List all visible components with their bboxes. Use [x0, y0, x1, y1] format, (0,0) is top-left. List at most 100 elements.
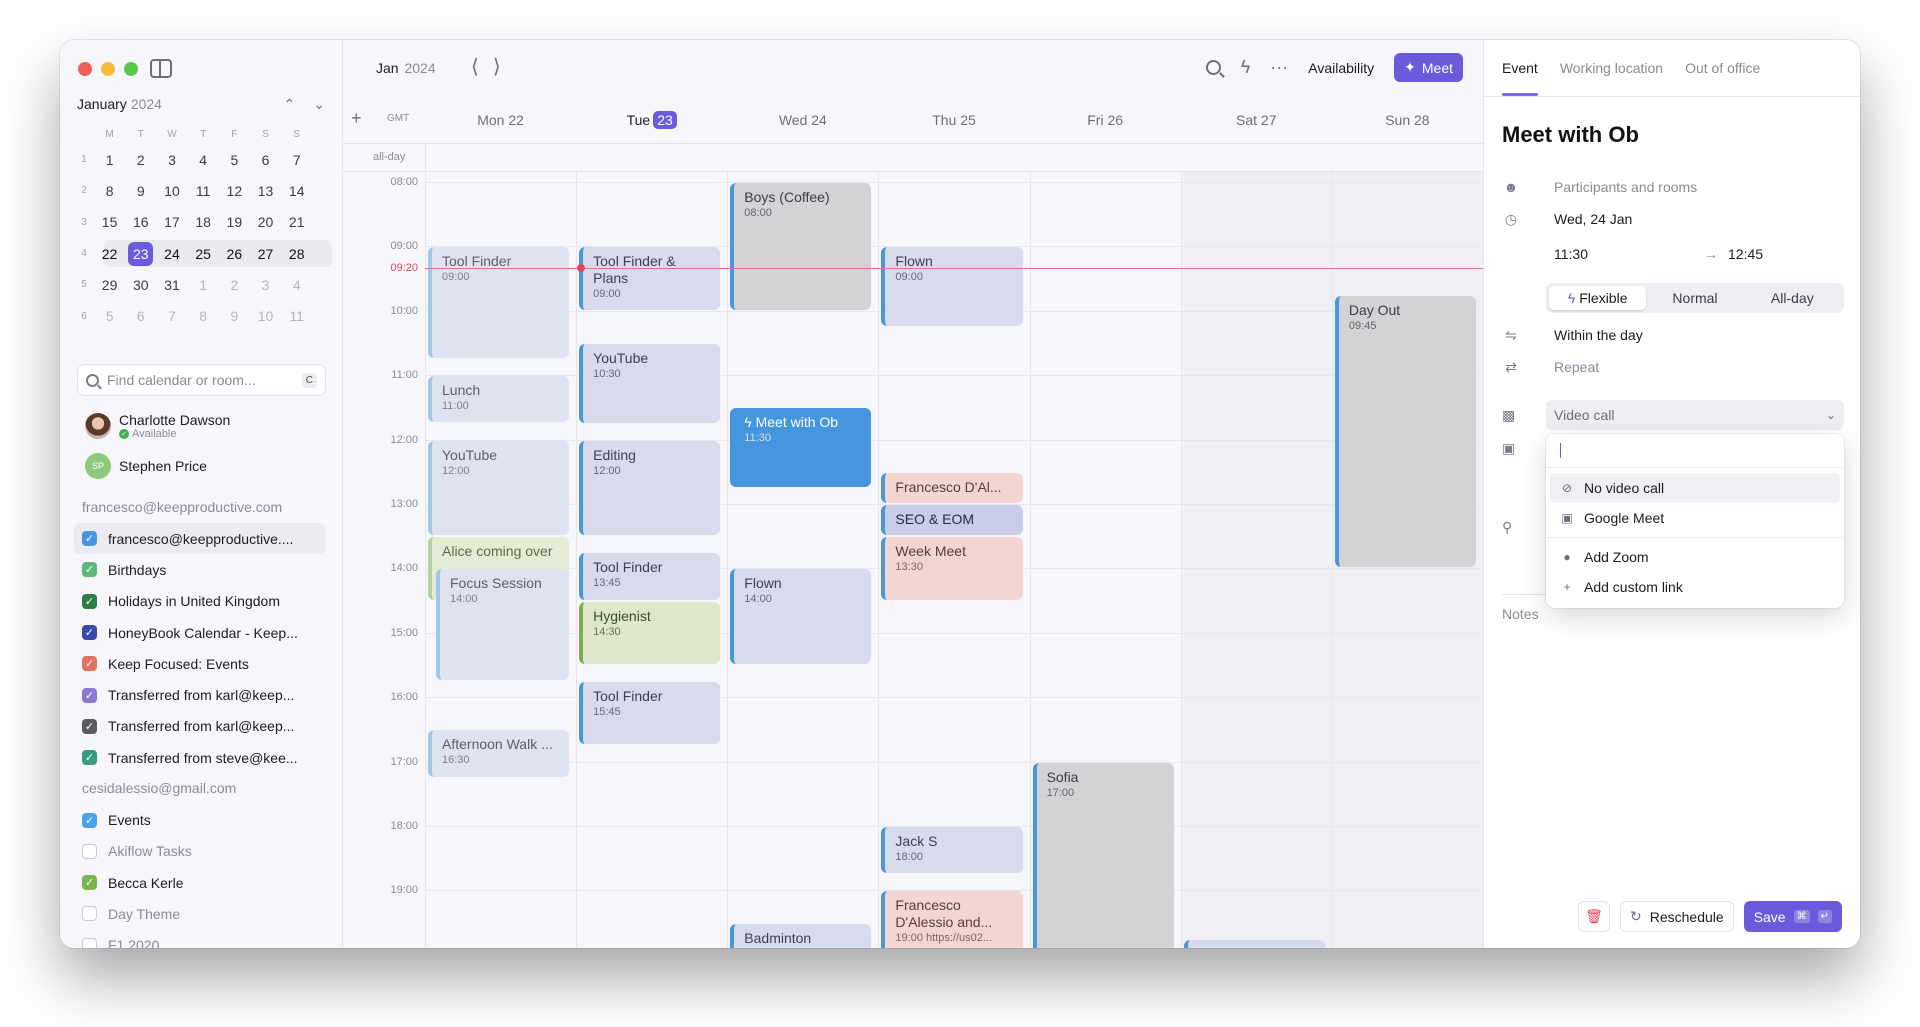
- mini-calendar-day[interactable]: 1: [94, 152, 125, 168]
- within-row[interactable]: ⇋ Within the day: [1502, 320, 1842, 350]
- start-time[interactable]: 11:30: [1554, 246, 1588, 262]
- calendar-event[interactable]: Editing 12:00: [579, 440, 721, 536]
- video-option[interactable]: ⊘ No video call: [1550, 473, 1840, 503]
- calendar-event[interactable]: SEO & EOM: [881, 505, 1023, 536]
- mini-calendar-day[interactable]: 31: [156, 277, 187, 293]
- availability-button[interactable]: Availability: [1308, 60, 1374, 76]
- mini-calendar-day[interactable]: 17: [156, 214, 187, 230]
- mini-calendar-day[interactable]: 5: [94, 308, 125, 324]
- calendar-checkbox[interactable]: [82, 843, 97, 859]
- mini-calendar-day[interactable]: 8: [188, 308, 219, 324]
- calendar-event[interactable]: Flown 14:00: [730, 569, 872, 664]
- tab-out-of-office[interactable]: Out of office: [1685, 40, 1760, 96]
- calendar-item[interactable]: ✓ Transferred from steve@kee...: [74, 742, 325, 773]
- calendar-checkbox[interactable]: [82, 937, 97, 948]
- participants-field[interactable]: Participants and rooms: [1554, 179, 1697, 195]
- mini-calendar-day[interactable]: 28: [281, 246, 312, 262]
- person-item[interactable]: SP Stephen Price: [85, 446, 325, 486]
- mini-calendar-day[interactable]: 2: [125, 152, 156, 168]
- day-header-4[interactable]: Fri 26: [1030, 112, 1181, 128]
- mini-calendar-day[interactable]: 22: [94, 246, 125, 262]
- calendar-event[interactable]: Francesco D'Al...: [881, 472, 1023, 503]
- mini-calendar-day[interactable]: 9: [219, 308, 250, 324]
- mini-calendar-day[interactable]: 7: [281, 152, 312, 168]
- mini-calendar-day[interactable]: 25: [188, 246, 219, 262]
- mini-calendar-day[interactable]: 3: [250, 277, 281, 293]
- mini-calendar-day[interactable]: 9: [125, 183, 156, 199]
- close-window-button[interactable]: [78, 62, 92, 76]
- event-title[interactable]: Meet with Ob: [1502, 122, 1639, 148]
- calendar-checkbox[interactable]: ✓: [82, 656, 97, 672]
- calendar-event[interactable]: Jack S 18:00: [881, 827, 1023, 874]
- video-option[interactable]: ▣ Google Meet: [1550, 503, 1840, 533]
- mode-option-all-day[interactable]: All-day: [1744, 286, 1841, 310]
- video-call-select[interactable]: Video call ⌄: [1546, 400, 1844, 430]
- maximize-window-button[interactable]: [124, 62, 138, 76]
- calendar-event[interactable]: Sofia 17:00: [1032, 762, 1174, 948]
- sidebar-toggle-icon[interactable]: [150, 59, 172, 78]
- calendar-checkbox[interactable]: ✓: [82, 718, 97, 734]
- chevron-up-icon[interactable]: ⌃: [284, 96, 296, 113]
- calendar-item[interactable]: Akiflow Tasks: [74, 836, 325, 867]
- mini-calendar-day[interactable]: 24: [156, 246, 187, 262]
- calendar-event[interactable]: Tool Finder 13:45: [579, 553, 721, 600]
- mini-calendar-day[interactable]: 6: [250, 152, 281, 168]
- calendar-event[interactable]: Badminton19:30: [730, 923, 872, 948]
- mini-calendar-day[interactable]: 10: [156, 183, 187, 199]
- calendar-item[interactable]: ✓ Keep Focused: Events: [74, 648, 325, 679]
- calendar-item[interactable]: ✓ Birthdays: [74, 554, 325, 585]
- calendar-event[interactable]: PM - Becs19:45: [1183, 939, 1325, 948]
- calendar-checkbox[interactable]: ✓: [82, 531, 97, 547]
- calendar-event[interactable]: Lunch 11:00: [428, 376, 570, 423]
- reschedule-button[interactable]: ↻ Reschedule: [1620, 901, 1734, 932]
- mini-calendar-day[interactable]: 6: [125, 308, 156, 324]
- calendar-checkbox[interactable]: ✓: [82, 562, 97, 578]
- tab-event[interactable]: Event: [1502, 40, 1538, 96]
- person-item[interactable]: Charlotte Dawson ✓ Available: [85, 406, 325, 446]
- participants-row[interactable]: ☻ Participants and rooms: [1502, 172, 1842, 202]
- more-icon[interactable]: ···: [1270, 57, 1288, 78]
- save-button[interactable]: Save ⌘ ↵: [1743, 901, 1842, 932]
- calendar-item[interactable]: ✓ Transferred from karl@keep...: [74, 711, 325, 742]
- mini-calendar-day[interactable]: 23: [125, 241, 156, 266]
- mini-calendar-day[interactable]: 16: [125, 214, 156, 230]
- calendar-event[interactable]: Hygienist 14:30: [579, 601, 721, 664]
- repeat-row[interactable]: ⇄ Repeat: [1502, 352, 1842, 382]
- calendar-event[interactable]: Tool Finder 15:45: [579, 682, 721, 745]
- calendar-event[interactable]: Tool Finder & Plans 09:00: [579, 247, 721, 310]
- mini-calendar-day[interactable]: 10: [250, 308, 281, 324]
- calendar-item[interactable]: ✓ Events: [74, 804, 325, 835]
- video-option[interactable]: ● Add Zoom: [1550, 542, 1840, 572]
- event-date[interactable]: Wed, 24 Jan: [1554, 211, 1632, 227]
- calendar-checkbox[interactable]: [82, 906, 97, 922]
- repeat-field[interactable]: Repeat: [1554, 359, 1599, 375]
- mini-calendar-day[interactable]: 13: [250, 183, 281, 199]
- calendar-event[interactable]: Afternoon Walk ... 16:30: [428, 730, 570, 777]
- day-header-1[interactable]: Tue 23: [576, 110, 727, 129]
- tab-working-location[interactable]: Working location: [1560, 40, 1663, 96]
- calendar-event[interactable]: Flown 09:00: [881, 247, 1023, 326]
- day-header-6[interactable]: Sun 28: [1332, 112, 1483, 128]
- calendar-event[interactable]: YouTube 10:30: [579, 344, 721, 423]
- calendar-search[interactable]: C: [77, 364, 326, 396]
- mini-calendar-day[interactable]: 26: [219, 246, 250, 262]
- mini-calendar-day[interactable]: 21: [281, 214, 312, 230]
- calendar-event[interactable]: Day Out 09:45: [1334, 295, 1476, 568]
- within-value[interactable]: Within the day: [1554, 327, 1643, 343]
- calendar-item[interactable]: ✓ Holidays in United Kingdom: [74, 586, 325, 617]
- mode-option-flexible[interactable]: ϟ Flexible: [1549, 286, 1647, 310]
- calendar-item[interactable]: ✓ HoneyBook Calendar - Keep...: [74, 617, 325, 648]
- mini-calendar-day[interactable]: 11: [188, 183, 219, 199]
- mini-calendar-day[interactable]: 1: [188, 277, 219, 293]
- all-day-row[interactable]: all-day: [343, 143, 1483, 172]
- end-time[interactable]: 12:45: [1728, 246, 1763, 262]
- mini-calendar-day[interactable]: 27: [250, 246, 281, 262]
- calendar-item[interactable]: ✓ Becca Kerle: [74, 867, 325, 898]
- time-grid[interactable]: 08:00 09:00 10:00 11:00 12:00 13:00 14:00 15:00…: [343, 172, 1483, 948]
- mini-calendar-day[interactable]: 12: [219, 183, 250, 199]
- calendar-checkbox[interactable]: ✓: [82, 875, 97, 891]
- mini-calendar-day[interactable]: 15: [94, 214, 125, 230]
- calendar-event[interactable]: Boys (Coffee) 08:00: [730, 183, 872, 310]
- calendar-item[interactable]: Day Theme: [74, 898, 325, 929]
- day-header-3[interactable]: Thu 25: [878, 112, 1029, 128]
